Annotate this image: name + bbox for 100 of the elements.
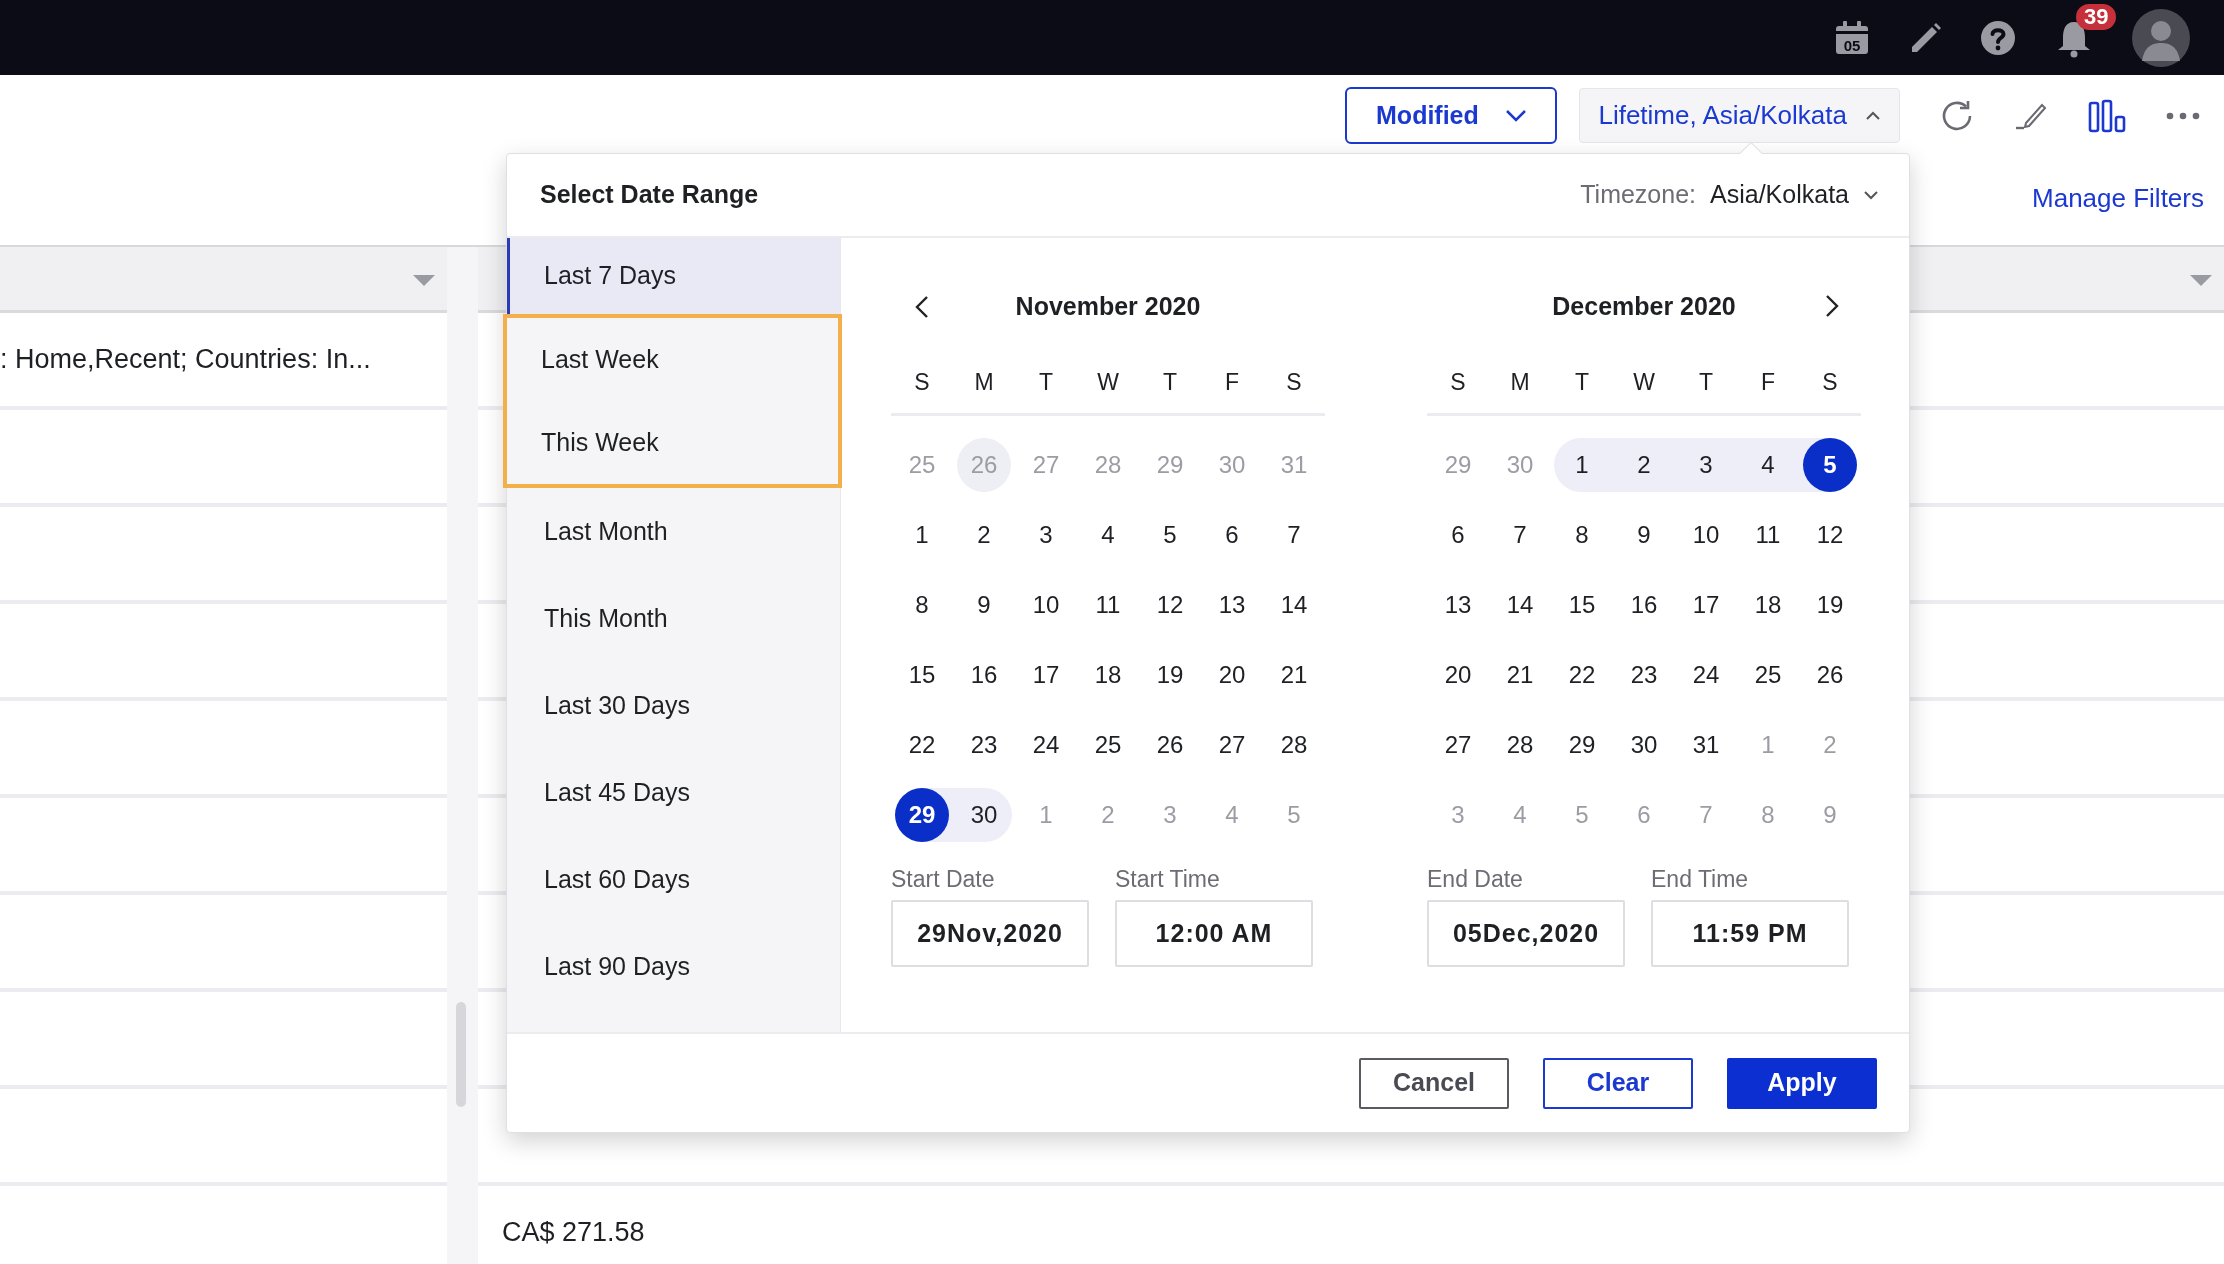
calendar-day[interactable]: 1 bbox=[895, 508, 949, 562]
calendar-day[interactable]: 26 bbox=[1143, 718, 1197, 772]
avatar[interactable] bbox=[2132, 8, 2190, 67]
calendar-day[interactable]: 1 bbox=[1555, 438, 1609, 492]
preset-item[interactable]: Last 7 Days bbox=[507, 238, 840, 314]
calendar-day[interactable]: 8 bbox=[895, 578, 949, 632]
calendar-day[interactable]: 11 bbox=[1741, 508, 1795, 562]
sort-dropdown[interactable]: Modified bbox=[1345, 87, 1558, 144]
calendar-day[interactable]: 8 bbox=[1555, 508, 1609, 562]
apply-button[interactable]: Apply bbox=[1727, 1057, 1877, 1109]
calendar-day[interactable]: 11 bbox=[1081, 578, 1135, 632]
weekday-label: S bbox=[1449, 368, 1467, 398]
calendar-day[interactable]: 3 bbox=[1019, 508, 1073, 562]
calendar-day[interactable]: 14 bbox=[1493, 578, 1547, 632]
calendar-day[interactable]: 7 bbox=[1493, 508, 1547, 562]
weekday-label: S bbox=[913, 368, 931, 398]
calendar-day[interactable]: 30 bbox=[1617, 718, 1671, 772]
input-field[interactable]: 29Nov,2020 bbox=[891, 900, 1089, 967]
chevron-left-icon[interactable] bbox=[915, 295, 929, 319]
chevron-right-icon[interactable] bbox=[1825, 294, 1839, 318]
preset-item[interactable]: This Week bbox=[503, 401, 842, 488]
calendar-day[interactable]: 29 bbox=[1555, 718, 1609, 772]
refresh-icon[interactable] bbox=[1940, 98, 1974, 133]
calendar-day[interactable]: 5 bbox=[1803, 438, 1857, 492]
calendar-day[interactable]: 3 bbox=[1679, 438, 1733, 492]
calendar-day[interactable]: 4 bbox=[1081, 508, 1135, 562]
calendar-day[interactable]: 21 bbox=[1493, 648, 1547, 702]
preset-item[interactable]: This Month bbox=[507, 575, 840, 662]
calendar-day[interactable]: 18 bbox=[1081, 648, 1135, 702]
calendar-day[interactable]: 29 bbox=[895, 788, 949, 842]
preset-item[interactable]: Last 90 Days bbox=[507, 923, 840, 1010]
calendar-day[interactable]: 20 bbox=[1205, 648, 1259, 702]
calendar-day[interactable]: 10 bbox=[1019, 578, 1073, 632]
calendar-day[interactable]: 31 bbox=[1679, 718, 1733, 772]
calendar-day[interactable]: 26 bbox=[1803, 648, 1857, 702]
calendar-day[interactable]: 24 bbox=[1679, 648, 1733, 702]
cancel-button[interactable]: Cancel bbox=[1359, 1057, 1509, 1109]
bar-chart-icon[interactable] bbox=[2088, 98, 2126, 133]
preset-item[interactable]: Last 30 Days bbox=[507, 662, 840, 749]
calendar-day[interactable]: 25 bbox=[1741, 648, 1795, 702]
filter-text: : Home,Recent; Countries: In... bbox=[0, 343, 371, 377]
calendar-day[interactable]: 19 bbox=[1143, 648, 1197, 702]
preset-item[interactable]: Last 45 Days bbox=[507, 749, 840, 836]
calendar-day[interactable]: 2 bbox=[957, 508, 1011, 562]
calendar-day[interactable]: 17 bbox=[1679, 578, 1733, 632]
calendar-day[interactable]: 30 bbox=[957, 788, 1011, 842]
calendar-day[interactable]: 19 bbox=[1803, 578, 1857, 632]
input-field[interactable]: 11:59 PM bbox=[1651, 900, 1849, 967]
calendar-day[interactable]: 2 bbox=[1617, 438, 1671, 492]
calendar-day[interactable]: 13 bbox=[1431, 578, 1485, 632]
preset-item[interactable]: Last 60 Days bbox=[507, 836, 840, 923]
input-field[interactable]: 12:00 AM bbox=[1115, 900, 1313, 967]
calendar-day[interactable]: 5 bbox=[1143, 508, 1197, 562]
date-range-dropdown[interactable]: Lifetime, Asia/Kolkata bbox=[1579, 88, 1900, 143]
calendar-day[interactable]: 18 bbox=[1741, 578, 1795, 632]
input-field[interactable]: 05Dec,2020 bbox=[1427, 900, 1625, 967]
calendar-day[interactable]: 13 bbox=[1205, 578, 1259, 632]
calendar-day[interactable]: 20 bbox=[1431, 648, 1485, 702]
calendar-day[interactable]: 25 bbox=[1081, 718, 1135, 772]
calendar-day[interactable]: 6 bbox=[1431, 508, 1485, 562]
calendar-day[interactable]: 6 bbox=[1205, 508, 1259, 562]
weekday-label: W bbox=[1096, 368, 1120, 398]
more-icon[interactable] bbox=[2166, 111, 2200, 120]
chevron-down-icon[interactable] bbox=[1863, 190, 1879, 200]
calendar-day[interactable]: 27 bbox=[1431, 718, 1485, 772]
calendar-icon[interactable] bbox=[1834, 19, 1870, 56]
weekday-label: T bbox=[1573, 368, 1591, 398]
calendar-day[interactable]: 4 bbox=[1741, 438, 1795, 492]
calendar-day[interactable]: 16 bbox=[957, 648, 1011, 702]
calendar-day[interactable]: 15 bbox=[1555, 578, 1609, 632]
preset-item[interactable]: Last Week bbox=[503, 314, 842, 401]
calendar-day[interactable]: 28 bbox=[1267, 718, 1321, 772]
calendar-day[interactable]: 7 bbox=[1267, 508, 1321, 562]
calendar-day[interactable]: 23 bbox=[1617, 648, 1671, 702]
calendar-day[interactable]: 10 bbox=[1679, 508, 1733, 562]
manage-filters-link[interactable]: Manage Filters bbox=[2032, 179, 2204, 218]
field-label: Start Date bbox=[891, 865, 996, 894]
timezone-dropdown[interactable]: Asia/Kolkata bbox=[1710, 176, 1849, 214]
calendar-day[interactable]: 23 bbox=[957, 718, 1011, 772]
calendar-day[interactable]: 12 bbox=[1143, 578, 1197, 632]
calendar-day[interactable]: 24 bbox=[1019, 718, 1073, 772]
month-title: November 2020 bbox=[1015, 291, 1201, 323]
calendar-day[interactable]: 22 bbox=[1555, 648, 1609, 702]
calendar-day[interactable]: 9 bbox=[957, 578, 1011, 632]
calendar-day[interactable]: 28 bbox=[1493, 718, 1547, 772]
preset-item[interactable]: Last Month bbox=[507, 488, 840, 575]
scrollbar-thumb[interactable] bbox=[456, 1002, 466, 1107]
help-icon[interactable] bbox=[1980, 19, 2016, 56]
calendar-day[interactable]: 16 bbox=[1617, 578, 1671, 632]
calendar-day[interactable]: 12 bbox=[1803, 508, 1857, 562]
weekday-label: M bbox=[1509, 368, 1531, 398]
calendar-day[interactable]: 17 bbox=[1019, 648, 1073, 702]
month-title: December 2020 bbox=[1552, 291, 1736, 323]
calendar-day[interactable]: 9 bbox=[1617, 508, 1671, 562]
calendar-day[interactable]: 27 bbox=[1205, 718, 1259, 772]
calendar-day[interactable]: 22 bbox=[895, 718, 949, 772]
clear-button[interactable]: Clear bbox=[1543, 1057, 1693, 1109]
calendar-day[interactable]: 14 bbox=[1267, 578, 1321, 632]
calendar-day[interactable]: 15 bbox=[895, 648, 949, 702]
calendar-day[interactable]: 21 bbox=[1267, 648, 1321, 702]
